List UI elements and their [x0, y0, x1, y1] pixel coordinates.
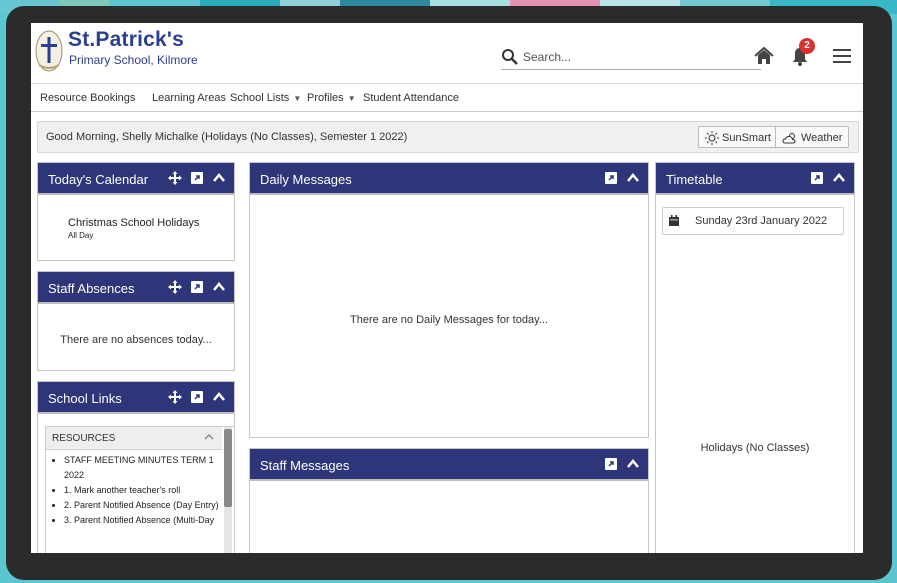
- move-icon[interactable]: [168, 280, 182, 294]
- staff-messages-panel: Staff Messages: [249, 448, 649, 553]
- absences-empty-text: There are no absences today...: [60, 334, 212, 346]
- school-links-title: School Links: [48, 391, 122, 406]
- search-input[interactable]: Search...: [501, 45, 761, 70]
- expand-icon[interactable]: [604, 171, 618, 185]
- timetable-date-picker[interactable]: Sunday 23rd January 2022: [662, 207, 844, 235]
- calendar-panel-header: Today's Calendar: [38, 163, 234, 195]
- calendar-title: Today's Calendar: [48, 172, 149, 187]
- staff-messages-header: Staff Messages: [250, 449, 648, 481]
- staff-messages-title: Staff Messages: [260, 458, 350, 473]
- app-screen: St.Patrick's Primary School, Kilmore Sea…: [31, 23, 863, 553]
- links-list: STAFF MEETING MINUTES TERM 1 2022 1. Mar…: [52, 453, 232, 528]
- chevron-up-icon: [204, 433, 214, 440]
- expand-icon[interactable]: [810, 171, 824, 185]
- links-section-header[interactable]: RESOURCES: [46, 427, 222, 450]
- move-icon[interactable]: [168, 390, 182, 404]
- daily-messages-header: Daily Messages: [250, 163, 648, 195]
- greeting-bar: Good Morning, Shelly Michalke (Holidays …: [37, 121, 859, 153]
- absences-panel: Staff Absences There are no absences tod…: [37, 271, 235, 371]
- timetable-header: Timetable: [656, 163, 854, 195]
- daily-messages-empty-text: There are no Daily Messages for today...: [350, 314, 548, 326]
- links-list-box: RESOURCES STAFF MEETING MINUTES TERM 1 2…: [45, 426, 235, 553]
- nav-resource-bookings[interactable]: Resource Bookings: [40, 92, 135, 104]
- absences-panel-header: Staff Absences: [38, 272, 234, 304]
- list-item[interactable]: 1. Mark another teacher's roll: [64, 483, 232, 498]
- calendar-event[interactable]: Christmas School Holidays All Day: [68, 217, 199, 240]
- nav-profiles-label: Profiles: [307, 92, 344, 104]
- notification-badge[interactable]: 2: [799, 38, 815, 54]
- list-item[interactable]: 3. Parent Notified Absence (Multi-Day: [64, 513, 232, 528]
- timetable-date: Sunday 23rd January 2022: [695, 215, 828, 227]
- calendar-icon: [669, 215, 679, 226]
- daily-messages-title: Daily Messages: [260, 172, 352, 187]
- sunsmart-label: SunSmart: [722, 132, 771, 144]
- collapse-chevron-icon[interactable]: [212, 171, 226, 185]
- hamburger-menu-icon[interactable]: [831, 47, 853, 65]
- sunsmart-button[interactable]: SunSmart: [698, 126, 778, 148]
- daily-messages-panel: Daily Messages There are no Daily Messag…: [249, 162, 649, 438]
- timetable-status: Holidays (No Classes): [700, 442, 810, 454]
- calendar-event-time: All Day: [68, 231, 94, 240]
- nav-student-attendance[interactable]: Student Attendance: [363, 92, 459, 104]
- school-crest-icon: [35, 30, 63, 72]
- expand-icon[interactable]: [190, 280, 204, 294]
- collapse-chevron-icon[interactable]: [626, 457, 640, 471]
- greeting-text: Good Morning, Shelly Michalke (Holidays …: [46, 131, 408, 143]
- links-scrollbar-thumb[interactable]: [224, 429, 232, 507]
- links-section-label: RESOURCES: [52, 433, 116, 444]
- caret-down-icon: ▼: [347, 93, 356, 103]
- collapse-chevron-icon[interactable]: [832, 171, 846, 185]
- absences-title: Staff Absences: [48, 281, 135, 296]
- collapse-chevron-icon[interactable]: [212, 390, 226, 404]
- school-links-panel: School Links RESOURCES STAFF MEETING MIN…: [37, 381, 235, 553]
- move-icon[interactable]: [168, 171, 182, 185]
- search-icon: [502, 49, 518, 65]
- timetable-title: Timetable: [666, 172, 723, 187]
- list-item[interactable]: 2. Parent Notified Absence (Day Entry): [64, 498, 232, 513]
- expand-icon[interactable]: [190, 390, 204, 404]
- expand-icon[interactable]: [190, 171, 204, 185]
- nav-profiles[interactable]: Profiles ▼: [307, 92, 356, 104]
- sun-icon: [705, 131, 719, 146]
- timetable-panel: Timetable Sunday 23rd January 2022 Holid…: [655, 162, 855, 553]
- school-subtitle: Primary School, Kilmore: [69, 53, 198, 67]
- nav-school-lists-label: School Lists: [230, 92, 290, 104]
- caret-down-icon: ▼: [293, 93, 302, 103]
- expand-icon[interactable]: [604, 457, 618, 471]
- search-placeholder: Search...: [523, 50, 572, 64]
- list-item[interactable]: STAFF MEETING MINUTES TERM 1 2022: [64, 453, 232, 483]
- weather-button[interactable]: Weather: [775, 126, 850, 148]
- school-links-header: School Links: [38, 382, 234, 414]
- collapse-chevron-icon[interactable]: [212, 280, 226, 294]
- home-icon[interactable]: [753, 45, 775, 67]
- school-name[interactable]: St.Patrick's: [68, 28, 184, 52]
- nav-learning-areas[interactable]: Learning Areas: [152, 92, 226, 104]
- collapse-chevron-icon[interactable]: [626, 171, 640, 185]
- main-nav: Resource Bookings Learning Areas School …: [31, 84, 863, 112]
- app-header: St.Patrick's Primary School, Kilmore Sea…: [31, 23, 863, 84]
- weather-label: Weather: [801, 132, 843, 144]
- nav-school-lists[interactable]: School Lists ▼: [230, 92, 301, 104]
- calendar-event-title: Christmas School Holidays: [68, 217, 200, 229]
- cloud-sun-icon: [782, 133, 796, 144]
- calendar-panel: Today's Calendar Christmas School Holida…: [37, 162, 235, 261]
